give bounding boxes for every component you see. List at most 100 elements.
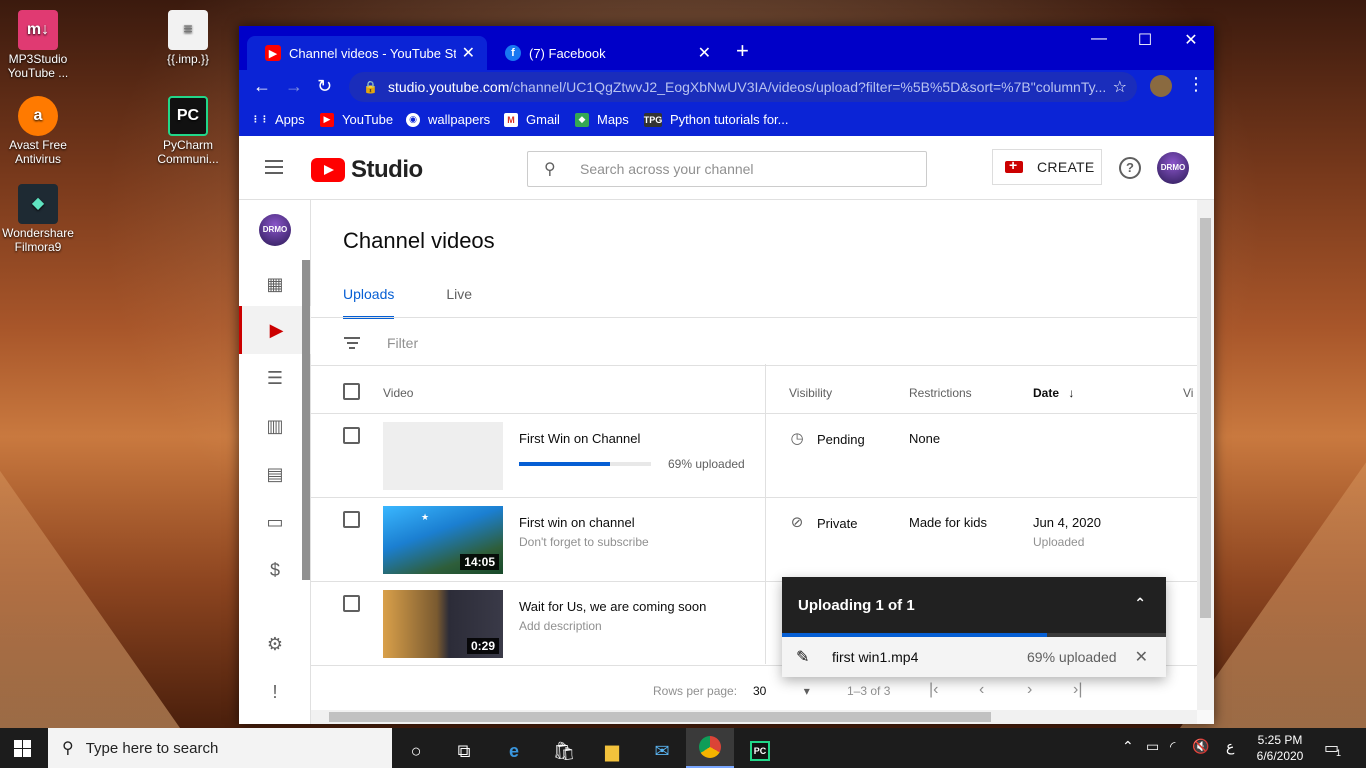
video-title[interactable]: First Win on Channel — [519, 431, 640, 446]
desktop-icon-pycharm[interactable]: PC PyCharm Communi... — [150, 96, 226, 166]
mail-envelope-icon[interactable]: ✉ — [638, 734, 686, 768]
volume-muted-icon[interactable]: 🔇 — [1192, 738, 1209, 755]
subtitles-icon[interactable]: ▭ — [239, 498, 311, 546]
video-thumbnail[interactable]: 0:29 — [383, 590, 503, 658]
edge-browser-icon[interactable]: e — [490, 734, 538, 768]
tab-youtube-studio[interactable]: ▶ Channel videos - YouTube Studio ✕ — [247, 36, 487, 70]
upload-panel-header[interactable]: Uploading 1 of 1 ⌃ — [782, 577, 1166, 633]
channel-avatar[interactable]: DRMO — [239, 206, 311, 254]
address-bar[interactable]: 🔒 studio.youtube.com /channel/UC1QgZtwvJ… — [349, 72, 1137, 102]
reload-icon[interactable]: ↻ — [317, 76, 332, 97]
maximize-button[interactable]: ☐ — [1122, 30, 1168, 50]
visibility-cell[interactable]: ⊘ Private — [789, 515, 858, 531]
profile-avatar-icon[interactable] — [1150, 75, 1172, 97]
bookmark-star-icon[interactable]: ☆ — [1113, 77, 1127, 97]
task-view-icon[interactable]: ⧉ — [440, 734, 488, 768]
action-center-icon[interactable]: ▭ 1 — [1324, 738, 1341, 758]
upload-item[interactable]: ✎ first win1.mp4 69% uploaded ✕ — [782, 637, 1166, 677]
last-page-icon[interactable]: ›| — [1073, 681, 1082, 699]
account-avatar[interactable]: DRMO — [1157, 152, 1189, 184]
row-checkbox[interactable] — [343, 427, 360, 444]
video-title[interactable]: Wait for Us, we are coming soon — [519, 599, 706, 614]
battery-plug-icon[interactable]: ▭ — [1146, 738, 1159, 755]
minimize-button[interactable]: — — [1076, 30, 1122, 48]
close-tab-icon[interactable]: ✕ — [462, 43, 475, 63]
video-title[interactable]: First win on channel — [519, 515, 635, 530]
wifi-icon[interactable]: ◜ — [1170, 738, 1175, 755]
scrollbar-thumb[interactable] — [329, 712, 991, 722]
monetization-dollar-icon[interactable]: $ — [239, 546, 311, 594]
select-all-checkbox[interactable] — [343, 383, 360, 400]
pycharm-taskbar-icon[interactable]: PC — [736, 734, 784, 768]
sidebar-scrollbar[interactable] — [302, 260, 310, 580]
table-row[interactable]: First Win on Channel 69% uploaded ◷ Pend… — [311, 414, 1197, 498]
prev-page-icon[interactable]: ‹ — [979, 681, 984, 699]
back-arrow-icon[interactable]: ← — [253, 76, 271, 97]
forward-arrow-icon[interactable]: → — [285, 76, 303, 97]
next-page-icon[interactable]: › — [1027, 681, 1032, 699]
close-window-button[interactable]: ✕ — [1168, 30, 1214, 50]
videos-icon[interactable]: ▶ — [239, 306, 311, 354]
desktop-icon-filmora[interactable]: ◆ Wondershare Filmora9 — [0, 184, 76, 254]
desktop-icon-imp-file[interactable]: ≡ {{.imp.}} — [150, 10, 226, 66]
dashboard-icon[interactable]: ▦ — [239, 260, 311, 308]
bookmark-apps[interactable]: ⋮⋮ Apps — [251, 112, 305, 127]
input-language[interactable]: ع — [1226, 738, 1234, 755]
desktop-icon-mp3studio[interactable]: m↓ MP3Studio YouTube ... — [0, 10, 76, 80]
row-checkbox[interactable] — [343, 511, 360, 528]
page-horizontal-scrollbar[interactable] — [311, 710, 1197, 724]
column-visibility[interactable]: Visibility — [789, 386, 832, 400]
tab-facebook[interactable]: f (7) Facebook ✕ — [487, 36, 723, 70]
column-date[interactable]: Date ↓ — [1033, 386, 1074, 400]
page-vertical-scrollbar[interactable] — [1197, 200, 1214, 710]
row-checkbox[interactable] — [343, 595, 360, 612]
video-thumbnail[interactable]: ★ 14:05 — [383, 506, 503, 574]
edit-pencil-icon[interactable]: ✎ — [796, 647, 816, 667]
close-tab-icon[interactable]: ✕ — [698, 43, 711, 63]
tab-live[interactable]: Live — [446, 286, 472, 319]
video-thumbnail-placeholder[interactable] — [383, 422, 503, 490]
rows-per-page-select[interactable]: 30 ▾ — [753, 684, 810, 698]
column-views[interactable]: Vi — [1183, 386, 1193, 400]
first-page-icon[interactable]: |‹ — [929, 681, 938, 699]
bookmark-youtube[interactable]: ▶ YouTube — [320, 112, 393, 127]
feedback-icon[interactable]: ! — [239, 668, 311, 716]
visibility-cell[interactable]: ◷ Pending — [789, 431, 864, 447]
chrome-taskbar-icon[interactable] — [686, 728, 734, 768]
table-row[interactable]: ★ 14:05 First win on channel Don't forge… — [311, 498, 1197, 582]
analytics-icon[interactable]: ▥ — [239, 402, 311, 450]
new-tab-button[interactable]: + — [736, 38, 749, 64]
studio-logo[interactable]: Studio — [311, 156, 423, 184]
bookmark-maps[interactable]: ◆ Maps — [575, 112, 629, 127]
settings-gear-icon[interactable]: ⚙ — [239, 620, 311, 668]
hamburger-menu-icon[interactable] — [265, 160, 283, 178]
bookmark-gmail[interactable]: M Gmail — [504, 112, 560, 127]
tab-uploads[interactable]: Uploads — [343, 286, 395, 319]
scrollbar-thumb[interactable] — [1200, 218, 1211, 618]
filter-placeholder: Filter — [387, 335, 419, 351]
video-description[interactable]: Add description — [519, 619, 602, 633]
filter-bar[interactable]: Filter — [343, 334, 418, 352]
cancel-upload-icon[interactable]: ✕ — [1135, 647, 1148, 667]
cortana-circle-icon[interactable]: ○ — [392, 734, 440, 768]
store-bag-icon[interactable]: 🛍 — [540, 734, 588, 768]
comments-icon[interactable]: ▤ — [239, 450, 311, 498]
show-hidden-icons-chevron-icon[interactable]: ⌃ — [1122, 738, 1134, 755]
bookmark-wallpapers[interactable]: ◉ wallpapers — [406, 112, 490, 127]
taskbar-search-box[interactable]: ⚲ Type here to search — [48, 728, 392, 768]
windows-start-icon[interactable] — [14, 740, 31, 757]
chevron-up-icon[interactable]: ⌃ — [1134, 595, 1146, 612]
channel-search-input[interactable]: ⚲ Search across your channel — [527, 151, 927, 187]
chrome-menu-icon[interactable]: ⋮ — [1187, 74, 1205, 95]
mp3studio-icon: m↓ — [18, 10, 58, 50]
bookmark-label: Maps — [597, 112, 629, 127]
system-clock[interactable]: 5:25 PM 6/6/2020 — [1250, 732, 1310, 764]
help-icon[interactable]: ? — [1119, 157, 1141, 179]
bookmark-python-tutorials[interactable]: TPG Python tutorials for... — [644, 112, 789, 127]
create-button[interactable]: CREATE — [992, 149, 1102, 185]
video-duration: 0:29 — [466, 638, 499, 654]
playlists-icon[interactable]: ☰ — [239, 354, 311, 402]
column-restrictions[interactable]: Restrictions — [909, 386, 972, 400]
desktop-icon-avast[interactable]: a Avast Free Antivirus — [0, 96, 76, 166]
file-explorer-folder-icon[interactable]: ▆ — [588, 734, 636, 768]
